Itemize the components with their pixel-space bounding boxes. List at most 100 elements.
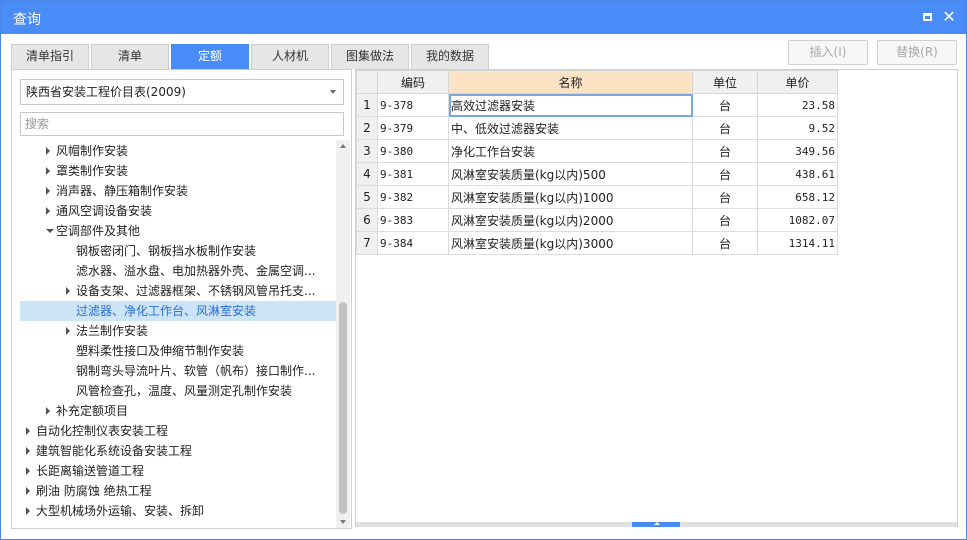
name-header[interactable]: 名称 <box>448 70 693 94</box>
tree-item[interactable]: 钢制弯头导流叶片、软管（帆布）接口制作... <box>20 361 336 381</box>
name-cell[interactable]: 风淋室安装质量(kg以内)3000 <box>448 231 693 255</box>
tree-item[interactable]: 塑料柔性接口及伸缩节制作安装 <box>20 341 336 361</box>
tree-item[interactable]: 滤水器、溢水盘、电加热器外壳、金属空调... <box>20 261 336 281</box>
expand-right-icon[interactable] <box>26 507 30 515</box>
expand-right-icon[interactable] <box>46 207 50 215</box>
row-number-cell[interactable]: 4 <box>356 162 378 186</box>
unit-cell[interactable]: 台 <box>692 162 758 186</box>
scroll-down-icon[interactable] <box>340 520 346 524</box>
tab-list[interactable]: 清单 <box>91 44 169 69</box>
expand-right-icon[interactable] <box>66 287 70 295</box>
tree-item[interactable]: 建筑智能化系统设备安装工程 <box>20 441 336 461</box>
code-cell[interactable]: 9-383 <box>377 208 449 232</box>
tree-item[interactable]: 自动化控制仪表安装工程 <box>20 421 336 441</box>
code-cell[interactable]: 9-378 <box>377 93 449 117</box>
tree-item[interactable]: 设备支架、过滤器框架、不锈钢风管吊托支... <box>20 281 336 301</box>
tab-labor-material-machine[interactable]: 人材机 <box>251 44 329 69</box>
tree-scrollbar[interactable] <box>336 140 350 528</box>
tree-item[interactable]: 刷油 防腐蚀 绝热工程 <box>20 481 336 501</box>
row-number-cell[interactable]: 7 <box>356 231 378 255</box>
table-row[interactable]: 3 9-380 净化工作台安装台 349.56 <box>356 139 838 163</box>
tree-item[interactable]: 空调部件及其他 <box>20 221 336 241</box>
tree-item[interactable]: 大型机械场外运输、安装、拆卸 <box>20 501 336 521</box>
table-row[interactable]: 5 9-382 风淋室安装质量(kg以内)1000 台 658.12 <box>356 185 838 209</box>
expand-down-icon[interactable] <box>46 229 54 233</box>
row-number-cell[interactable]: 2 <box>356 116 378 140</box>
unit-cell[interactable]: 台 <box>692 139 758 163</box>
search-input[interactable] <box>20 112 344 136</box>
expand-right-icon[interactable] <box>26 487 30 495</box>
expand-right-icon[interactable] <box>26 427 30 435</box>
name-cell[interactable]: 中、低效过滤器安装 <box>448 116 693 140</box>
price-cell[interactable]: 1314.11 <box>757 231 838 255</box>
expand-right-icon[interactable] <box>26 467 30 475</box>
code-header[interactable]: 编码 <box>377 70 449 94</box>
name-cell[interactable]: 风淋室安装质量(kg以内)2000 <box>448 208 693 232</box>
tree-item[interactable]: 消声器、静压箱制作安装 <box>20 181 336 201</box>
price-cell[interactable]: 349.56 <box>757 139 838 163</box>
tree-item[interactable]: 风管检查孔，温度、风量测定孔制作安装 <box>20 381 336 401</box>
panel-splitter[interactable] <box>632 522 680 527</box>
name-cell[interactable]: 高效过滤器安装 <box>448 93 693 117</box>
expand-right-icon[interactable] <box>46 407 50 415</box>
unit-cell[interactable]: 台 <box>692 93 758 117</box>
code-cell[interactable]: 9-380 <box>377 139 449 163</box>
price-cell[interactable]: 1082.07 <box>757 208 838 232</box>
name-cell[interactable]: 净化工作台安装 <box>448 139 693 163</box>
row-number-cell[interactable]: 6 <box>356 208 378 232</box>
row-number-cell[interactable]: 1 <box>356 93 378 117</box>
tree-item[interactable]: 风帽制作安装 <box>20 141 336 161</box>
scroll-up-icon[interactable] <box>340 144 346 148</box>
expand-right-icon[interactable] <box>46 187 50 195</box>
tree-item-label: 长距离输送管道工程 <box>36 464 145 478</box>
expand-right-icon[interactable] <box>26 447 30 455</box>
scroll-thumb[interactable] <box>339 302 347 514</box>
code-cell[interactable]: 9-382 <box>377 185 449 209</box>
name-cell[interactable]: 风淋室安装质量(kg以内)500 <box>448 162 693 186</box>
title-bar[interactable]: 查询 ✕ <box>1 1 966 34</box>
tree-item-label: 风帽制作安装 <box>56 144 129 158</box>
row-number-cell[interactable]: 3 <box>356 139 378 163</box>
tab-list-guide[interactable]: 清单指引 <box>11 44 89 69</box>
unit-header[interactable]: 单位 <box>692 70 758 94</box>
unit-cell[interactable]: 台 <box>692 116 758 140</box>
code-cell[interactable]: 9-384 <box>377 231 449 255</box>
table-row[interactable]: 4 9-381 风淋室安装质量(kg以内)500 台 438.61 <box>356 162 838 186</box>
maximize-button[interactable] <box>919 9 935 25</box>
unit-cell[interactable]: 台 <box>692 231 758 255</box>
library-select[interactable]: 陕西省安装工程价目表(2009) <box>20 79 344 105</box>
tree-item-label: 大型机械场外运输、安装、拆卸 <box>36 504 205 518</box>
tab-my-data[interactable]: 我的数据 <box>411 44 489 69</box>
tree-item[interactable]: 补充定额项目 <box>20 401 336 421</box>
code-cell[interactable]: 9-379 <box>377 116 449 140</box>
tree-item-selected[interactable]: 过滤器、净化工作台、风淋室安装 <box>20 301 336 321</box>
tab-quota[interactable]: 定额 <box>171 44 249 69</box>
expand-right-icon[interactable] <box>46 167 50 175</box>
unit-cell[interactable]: 台 <box>692 208 758 232</box>
name-cell[interactable]: 风淋室安装质量(kg以内)1000 <box>448 185 693 209</box>
price-cell[interactable]: 9.52 <box>757 116 838 140</box>
table-row[interactable]: 6 9-383 风淋室安装质量(kg以内)2000 台 1082.07 <box>356 208 838 232</box>
price-header[interactable]: 单价 <box>757 70 838 94</box>
code-cell[interactable]: 9-381 <box>377 162 449 186</box>
insert-button[interactable]: 插入(I) <box>788 40 868 65</box>
tree-item[interactable]: 法兰制作安装 <box>20 321 336 341</box>
table-row[interactable]: 1 9-378 高效过滤器安装台 23.58 <box>356 93 838 117</box>
tab-atlas-method[interactable]: 图集做法 <box>331 44 409 69</box>
tree-item[interactable]: 长距离输送管道工程 <box>20 461 336 481</box>
price-cell[interactable]: 658.12 <box>757 185 838 209</box>
unit-cell[interactable]: 台 <box>692 185 758 209</box>
table-row[interactable]: 2 9-379 中、低效过滤器安装台 9.52 <box>356 116 838 140</box>
expand-right-icon[interactable] <box>66 327 70 335</box>
price-cell[interactable]: 23.58 <box>757 93 838 117</box>
replace-button[interactable]: 替换(R) <box>877 40 957 65</box>
price-cell[interactable]: 438.61 <box>757 162 838 186</box>
tree-item-label: 过滤器、净化工作台、风淋室安装 <box>76 304 257 318</box>
close-button[interactable]: ✕ <box>941 9 957 25</box>
expand-right-icon[interactable] <box>46 147 50 155</box>
row-number-cell[interactable]: 5 <box>356 185 378 209</box>
tree-item[interactable]: 通风空调设备安装 <box>20 201 336 221</box>
tree-item[interactable]: 罩类制作安装 <box>20 161 336 181</box>
table-row[interactable]: 7 9-384 风淋室安装质量(kg以内)3000 台 1314.11 <box>356 231 838 255</box>
tree-item[interactable]: 钢板密闭门、钢板挡水板制作安装 <box>20 241 336 261</box>
